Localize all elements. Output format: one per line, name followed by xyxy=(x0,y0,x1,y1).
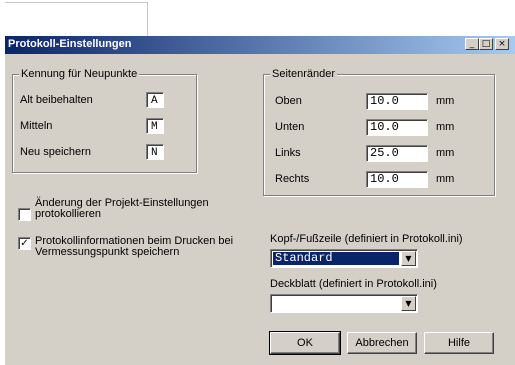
minimize-icon: _ xyxy=(469,39,475,49)
chevron-down-icon: ▼ xyxy=(405,299,412,308)
mitteln-input[interactable]: M xyxy=(146,118,164,134)
projekt-einstellungen-label-line2: protokollieren xyxy=(35,208,102,220)
chevron-down-icon: ▼ xyxy=(405,254,412,263)
kopf-fusszeile-dropdown[interactable]: Standard ▼ xyxy=(270,249,418,268)
deckblatt-dropdown[interactable]: ▼ xyxy=(270,294,418,313)
minimize-button[interactable]: _ xyxy=(465,38,479,50)
oben-input[interactable]: 10.0 xyxy=(366,93,428,110)
unten-label: Unten xyxy=(275,121,305,133)
rechts-input[interactable]: 10.0 xyxy=(366,171,428,188)
ok-button[interactable]: OK xyxy=(269,331,341,355)
oben-label: Oben xyxy=(275,95,302,107)
deckblatt-value xyxy=(273,297,399,310)
unten-input[interactable]: 10.0 xyxy=(366,119,428,136)
kennung-group: Kennung für Neupunkte Alt beibehalten A … xyxy=(12,68,197,173)
oben-unit: mm xyxy=(436,95,455,107)
maximize-icon: □ xyxy=(481,39,491,49)
protokollinformationen-label-line2: Vermessungspunkt speichern xyxy=(35,246,180,258)
deckblatt-label: Deckblatt (definiert in Protokoll.ini) xyxy=(270,278,437,290)
deckblatt-dropdown-button[interactable]: ▼ xyxy=(401,296,416,311)
links-input[interactable]: 25.0 xyxy=(366,145,428,162)
neu-speichern-input[interactable]: N xyxy=(146,144,164,160)
close-button[interactable]: × xyxy=(495,38,509,50)
mitteln-label: Mitteln xyxy=(20,120,53,132)
seitenraender-legend: Seitenränder xyxy=(270,68,337,80)
kennung-legend: Kennung für Neupunkte xyxy=(19,68,140,80)
rechts-label: Rechts xyxy=(275,173,310,185)
kopf-fusszeile-dropdown-button[interactable]: ▼ xyxy=(401,251,416,266)
seitenraender-group: Seitenränder Oben 10.0 mm Unten 10.0 mm … xyxy=(263,68,495,196)
abbrechen-button[interactable]: Abbrechen xyxy=(347,332,417,354)
kopf-fusszeile-value: Standard xyxy=(273,252,399,265)
title-bar: Protokoll-Einstellungen _ □ × xyxy=(5,36,515,54)
alt-beibehalten-label: Alt beibehalten xyxy=(20,94,93,106)
hilfe-button[interactable]: Hilfe xyxy=(424,332,494,354)
close-icon: × xyxy=(498,39,506,49)
alt-beibehalten-input[interactable]: A xyxy=(146,92,164,108)
rechts-unit: mm xyxy=(436,173,455,185)
dialog-window: Protokoll-Einstellungen _ □ × Kennung fü… xyxy=(5,36,515,365)
window-title: Protokoll-Einstellungen xyxy=(8,38,132,50)
projekt-einstellungen-checkbox[interactable] xyxy=(18,208,31,221)
protokollinformationen-checkbox[interactable]: ✓ xyxy=(18,237,31,250)
links-unit: mm xyxy=(436,147,455,159)
neu-speichern-label: Neu speichern xyxy=(20,146,91,158)
links-label: Links xyxy=(275,147,301,159)
maximize-button[interactable]: □ xyxy=(479,38,493,50)
kopf-fusszeile-label: Kopf-/Fußzeile (definiert in Protokoll.i… xyxy=(270,233,463,245)
unten-unit: mm xyxy=(436,121,455,133)
background-tab xyxy=(5,2,148,36)
